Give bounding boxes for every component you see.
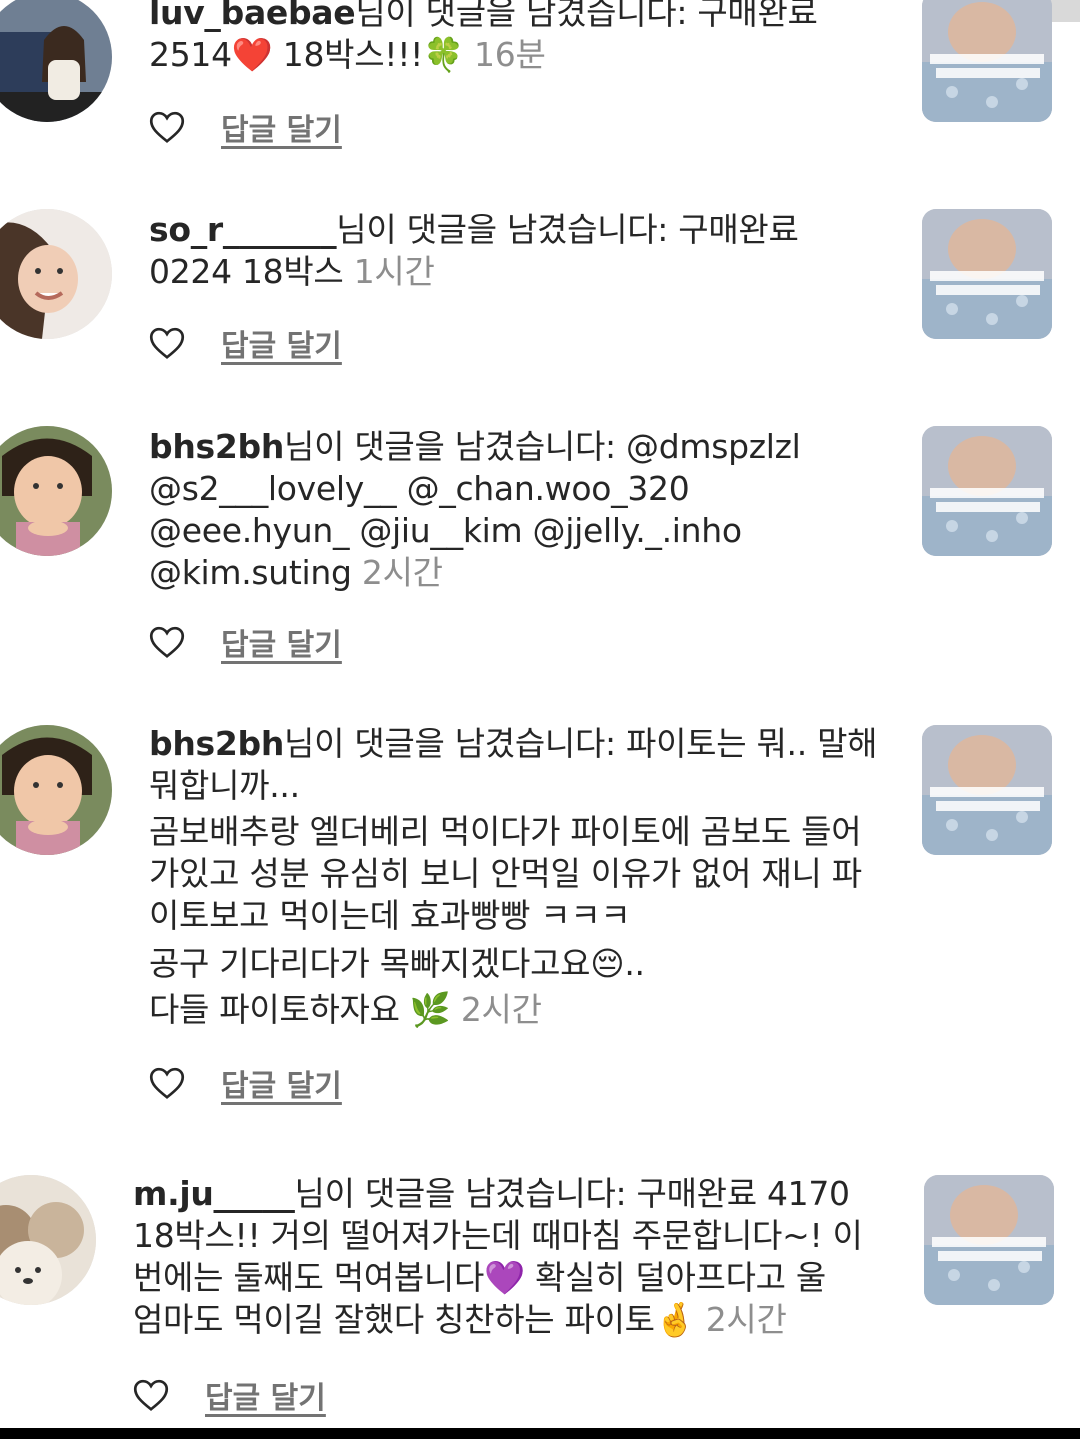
timestamp: 2시간 <box>705 1300 787 1339</box>
username[interactable]: so_r_______ <box>149 210 337 249</box>
post-thumbnail[interactable] <box>922 725 1052 855</box>
comment-text: bhs2bh님이 댓글을 남겼습니다: 파이토는 뭐.. 말해 뭐합니까... … <box>149 723 909 1031</box>
timestamp: 1시간 <box>353 252 435 291</box>
child-photo-icon <box>0 426 112 556</box>
comment-line: 님이 댓글을 남겼습니다: 구매완료 <box>355 0 818 32</box>
comment-line: 뭐합니까... <box>149 766 300 805</box>
comment-line: 0224 18박스 <box>149 252 354 291</box>
comment-line: @eee.hyun_ @jiu__kim @jjelly._.inho <box>149 511 742 550</box>
post-thumbnail[interactable] <box>924 1175 1054 1305</box>
baby-video-thumbnail-icon <box>922 426 1052 556</box>
comment-line: 공구 기다리다가 목빠지겠다고요😔.. <box>149 944 645 983</box>
comment-line: 번에는 둘째도 먹여봅니다💜 확실히 덜아프다고 울 <box>133 1258 826 1297</box>
timestamp: 16분 <box>474 35 546 74</box>
comment-line: 다들 파이토하자요 🌿 <box>149 990 461 1029</box>
bear-illustration-icon <box>0 1175 96 1305</box>
comment-line: 이토보고 먹이는데 효과빵빵 ㅋㅋㅋ <box>149 896 631 935</box>
comment-actions: 답글 달기 <box>149 1061 342 1105</box>
woman-car-photo-icon <box>0 0 112 122</box>
baby-video-thumbnail-icon <box>922 725 1052 855</box>
comment-line: @s2___lovely__ @_chan.woo_320 <box>149 469 690 508</box>
reply-button[interactable]: 답글 달기 <box>221 1061 342 1105</box>
comment-actions: 답글 달기 <box>133 1373 326 1417</box>
comment-text: m.ju_____님이 댓글을 남겼습니다: 구매완료 4170 18박스!! … <box>133 1173 893 1341</box>
comment-line: 가있고 성분 유심히 보니 안먹일 이유가 없어 재니 파 <box>149 854 862 893</box>
baby-video-thumbnail-icon <box>924 1175 1054 1305</box>
username[interactable]: bhs2bh <box>149 427 284 466</box>
child-photo-icon <box>0 725 112 855</box>
avatar[interactable] <box>0 0 112 122</box>
comment-text: bhs2bh님이 댓글을 남겼습니다: @dmspzlzl @s2___love… <box>149 426 889 594</box>
comment-actions: 답글 달기 <box>149 620 342 664</box>
post-thumbnail[interactable] <box>922 209 1052 339</box>
comment-text: luv_baebae님이 댓글을 남겼습니다: 구매완료 2514❤️ 18박스… <box>149 0 889 76</box>
timestamp: 2시간 <box>361 553 443 592</box>
comment-line: 2514❤️ 18박스!!!🍀 <box>149 35 475 74</box>
post-thumbnail[interactable] <box>922 0 1052 122</box>
heart-outline-icon[interactable] <box>149 326 185 360</box>
reply-button[interactable]: 답글 달기 <box>205 1373 326 1417</box>
avatar[interactable] <box>0 209 112 339</box>
comment-line: 18박스!! 거의 떨어져가는데 때마침 주문합니다~! 이 <box>133 1216 863 1255</box>
comment-line: 님이 댓글을 남겼습니다: 구매완료 4170 <box>294 1174 851 1213</box>
comment-line: @kim.suting <box>149 553 362 592</box>
woman-smiling-photo-icon <box>0 209 112 339</box>
comment-line: 곰보배추랑 엘더베리 먹이다가 파이토에 곰보도 들어 <box>149 812 862 851</box>
avatar[interactable] <box>0 426 112 556</box>
comment-actions: 답글 달기 <box>149 105 342 149</box>
reply-button[interactable]: 답글 달기 <box>221 620 342 664</box>
comment-line: 님이 댓글을 남겼습니다: @dmspzlzl <box>284 427 801 466</box>
comment-line: 님이 댓글을 남겼습니다: 파이토는 뭐.. 말해 <box>284 724 878 763</box>
heart-outline-icon[interactable] <box>149 110 185 144</box>
timestamp: 2시간 <box>460 990 542 1029</box>
baby-video-thumbnail-icon <box>922 0 1052 122</box>
comment-line: 엄마도 먹이길 잘했다 칭찬하는 파이토🤞 <box>133 1300 706 1339</box>
reply-button[interactable]: 답글 달기 <box>221 321 342 365</box>
comment-actions: 답글 달기 <box>149 321 342 365</box>
bottom-bar <box>0 1428 1080 1439</box>
post-thumbnail[interactable] <box>922 426 1052 556</box>
heart-outline-icon[interactable] <box>149 1066 185 1100</box>
username[interactable]: m.ju_____ <box>133 1174 295 1213</box>
username[interactable]: luv_baebae <box>149 0 356 32</box>
comment-text: so_r_______님이 댓글을 남겼습니다: 구매완료 0224 18박스 … <box>149 209 889 293</box>
heart-outline-icon[interactable] <box>133 1378 169 1412</box>
baby-video-thumbnail-icon <box>922 209 1052 339</box>
comment-line: 님이 댓글을 남겼습니다: 구매완료 <box>336 210 799 249</box>
avatar[interactable] <box>0 725 112 855</box>
heart-outline-icon[interactable] <box>149 625 185 659</box>
reply-button[interactable]: 답글 달기 <box>221 105 342 149</box>
username[interactable]: bhs2bh <box>149 724 284 763</box>
avatar[interactable] <box>0 1175 96 1305</box>
